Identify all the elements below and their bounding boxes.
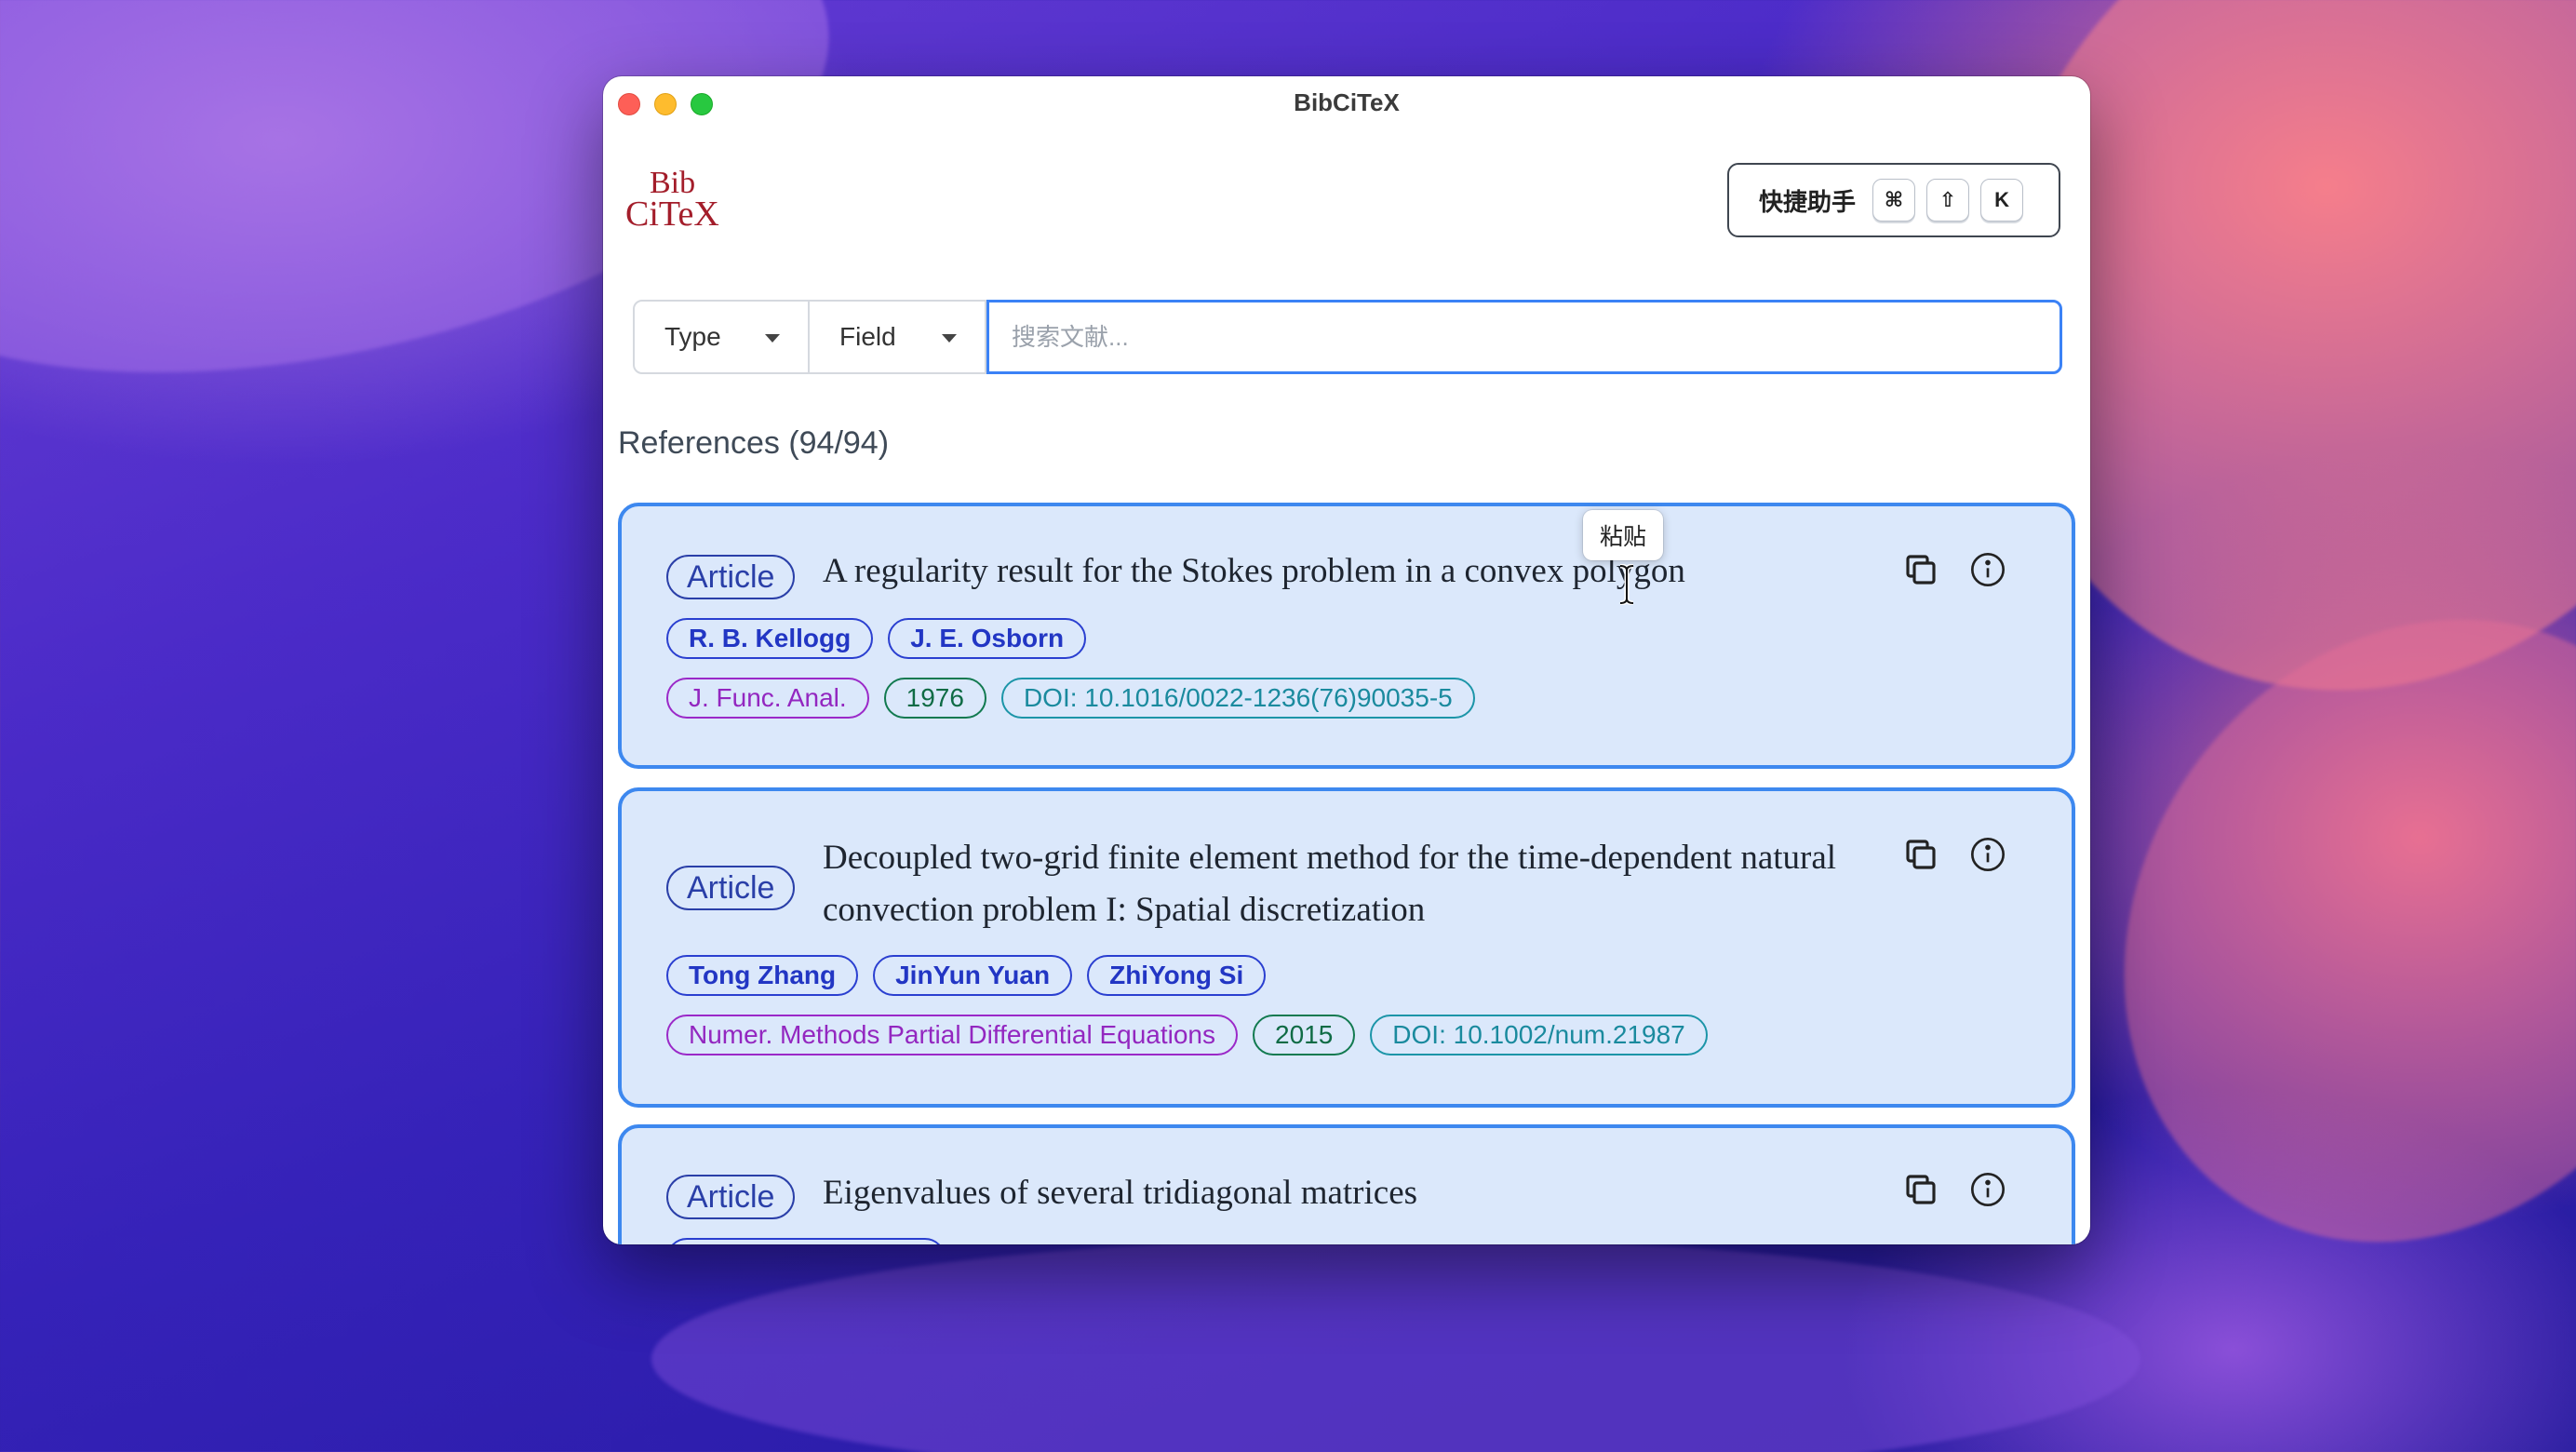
field-dropdown[interactable]: Field	[810, 300, 986, 374]
caret-down-icon	[765, 334, 780, 343]
author-tag[interactable]: J. E. Osborn	[888, 618, 1087, 659]
info-icon[interactable]	[1966, 832, 2010, 877]
author-tags: Tong Zhang JinYun Yuan ZhiYong Si	[666, 955, 1267, 996]
search-bar: Type Field	[633, 300, 2062, 374]
logo-line2: CiTeX	[625, 195, 719, 234]
reference-card[interactable]: Article Eigenvalues of several tridiagon…	[618, 1124, 2075, 1244]
window-title: BibCiTeX	[1294, 87, 1400, 116]
journal-tag[interactable]: J. Func. Anal.	[666, 678, 869, 719]
type-badge[interactable]: Article	[666, 1175, 796, 1219]
author-tag[interactable]: ZhiYong Si	[1087, 955, 1267, 996]
command-key: ⌘	[1872, 179, 1916, 222]
shortcut-helper-label: 快捷助手	[1759, 187, 1857, 216]
year-tag[interactable]: 2015	[1253, 1015, 1356, 1055]
doi-tag[interactable]: DOI: 10.1016/0022-1236(76)90035-5	[1000, 678, 1475, 719]
doi-tag[interactable]: DOI: 10.1002/num.21987	[1370, 1015, 1708, 1055]
author-tags	[666, 1238, 946, 1244]
type-badge[interactable]: Article	[666, 866, 796, 910]
copy-icon[interactable]	[1898, 547, 1943, 592]
copy-icon[interactable]	[1898, 832, 1943, 877]
wallpaper-streak	[651, 1238, 2140, 1452]
info-icon[interactable]	[1966, 1167, 2010, 1212]
journal-tag[interactable]: Numer. Methods Partial Differential Equa…	[666, 1015, 1238, 1055]
author-tags: R. B. Kellogg J. E. Osborn	[666, 618, 1087, 659]
app-window: BibCiTeX Bib CiTeX 快捷助手 ⌘ ⇧ K Type Field…	[603, 76, 2090, 1244]
type-badge[interactable]: Article	[666, 555, 796, 599]
shortcut-helper-button[interactable]: 快捷助手 ⌘ ⇧ K	[1727, 163, 2060, 237]
author-tag[interactable]: Tong Zhang	[666, 955, 859, 996]
reference-list: Article A regularity result for the Stok…	[618, 503, 2075, 1244]
reference-title: Decoupled two-grid finite element method…	[823, 839, 1837, 929]
k-key: K	[1980, 179, 2024, 222]
type-dropdown-label: Type	[664, 322, 721, 351]
meta-tags: Numer. Methods Partial Differential Equa…	[666, 1015, 1708, 1055]
minimize-window-button[interactable]	[654, 93, 677, 115]
caret-down-icon	[942, 334, 957, 343]
ibeam-cursor-icon	[1619, 564, 1634, 605]
zoom-window-button[interactable]	[691, 93, 713, 115]
info-icon[interactable]	[1966, 547, 2010, 592]
field-dropdown-label: Field	[839, 322, 896, 351]
references-heading: References (94/94)	[618, 425, 890, 461]
author-tag[interactable]	[666, 1238, 946, 1244]
year-tag[interactable]: 1976	[883, 678, 986, 719]
shift-key: ⇧	[1926, 179, 1970, 222]
author-tag[interactable]: R. B. Kellogg	[666, 618, 874, 659]
copy-icon[interactable]	[1898, 1167, 1943, 1212]
titlebar: BibCiTeX	[603, 76, 2090, 128]
reference-card[interactable]: Article A regularity result for the Stok…	[618, 503, 2075, 769]
paste-tooltip: 粘贴	[1583, 510, 1664, 560]
author-tag[interactable]: JinYun Yuan	[873, 955, 1073, 996]
reference-title: Eigenvalues of several tridiagonal matri…	[823, 1174, 1418, 1212]
search-input[interactable]	[986, 300, 2062, 374]
meta-tags: J. Func. Anal. 1976 DOI: 10.1016/0022-12…	[666, 678, 1475, 719]
reference-title: A regularity result for the Stokes probl…	[823, 552, 1685, 590]
close-window-button[interactable]	[618, 93, 640, 115]
type-dropdown[interactable]: Type	[633, 300, 810, 374]
app-logo: Bib CiTeX	[625, 166, 728, 234]
reference-card[interactable]: Article Decoupled two-grid finite elemen…	[618, 787, 2075, 1108]
